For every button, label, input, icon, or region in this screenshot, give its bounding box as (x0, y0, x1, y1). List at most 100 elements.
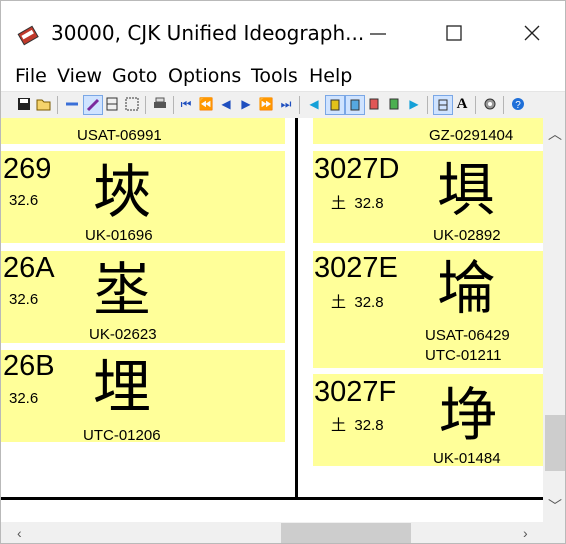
source-label-2: UTC-01211 (425, 347, 502, 364)
radical-value: 32.8 (354, 294, 384, 311)
radical-char: 土 (331, 417, 347, 434)
app-book-icon (17, 25, 39, 46)
source-label: USAT-06991 (77, 127, 162, 144)
toolbar-separator (475, 96, 476, 114)
grid2-icon[interactable] (123, 95, 141, 113)
first-icon[interactable]: ⏮ (177, 95, 195, 113)
char-cell[interactable]: 269 32.6 埉 UK-01696 (1, 151, 285, 244)
radical-stroke: 32.6 (9, 390, 39, 407)
next-next-icon[interactable]: ⏩ (257, 95, 275, 113)
blue-right-icon[interactable]: ▶ (405, 95, 423, 113)
character-grid: USAT-06991 269 32.6 埉 UK-01696 26A 32.6 … (1, 118, 543, 522)
grid-icon[interactable] (103, 95, 121, 113)
char-cell[interactable]: 26A 32.6 埊 UK-02623 (1, 251, 285, 343)
font-a-icon[interactable]: A (453, 95, 471, 113)
code-point: 26B (3, 350, 55, 382)
radical-stroke: 32.6 (9, 291, 39, 308)
blue-left-icon[interactable]: ◀ (305, 95, 323, 113)
next-icon[interactable]: ▶ (237, 95, 255, 113)
scroll-up-icon[interactable]: ︿ (548, 124, 562, 144)
scroll-right-icon[interactable]: › (523, 525, 528, 541)
source-label: UTC-01206 (83, 427, 161, 444)
radical-char: 土 (331, 294, 347, 311)
open-icon[interactable] (35, 95, 53, 113)
toolbar-separator (427, 96, 428, 114)
toolbar-separator (503, 96, 504, 114)
code-point: 3027D (314, 153, 400, 185)
scroll-down-icon[interactable]: ﹀ (548, 496, 562, 516)
glyph: 埋 (93, 353, 152, 421)
source-label: UK-02623 (89, 326, 157, 343)
char-cell[interactable]: 3027D 土 32.8 埧 UK-02892 (313, 151, 543, 244)
glyph: 埉 (93, 158, 152, 226)
save-icon[interactable] (15, 95, 33, 113)
char-cell[interactable]: 26B 32.6 埋 UTC-01206 (1, 350, 285, 444)
minimize-button[interactable] (353, 13, 403, 53)
grid-bottom-line (1, 497, 543, 500)
menu-options-label: Options (168, 65, 242, 87)
toolbar-separator (57, 96, 58, 114)
code-point: 269 (3, 153, 52, 185)
source-label: USAT-06429 (425, 327, 510, 344)
menu-goto[interactable]: Goto (112, 65, 157, 87)
settings-icon[interactable] (481, 95, 499, 113)
radical-char: 土 (331, 195, 347, 212)
radical-stroke: 32.6 (9, 192, 39, 209)
char-cell[interactable]: 3027F 土 32.8 埩 UK-01484 (313, 374, 543, 467)
close-button[interactable] (507, 13, 557, 53)
horizontal-scrollbar[interactable]: ‹ › (1, 522, 543, 543)
prev-prev-icon[interactable]: ⏪ (197, 95, 215, 113)
menu-file[interactable]: File (15, 65, 47, 87)
menu-view-label: View (57, 65, 103, 87)
prev-icon[interactable]: ◀ (217, 95, 235, 113)
glyph: 埨 (437, 254, 496, 322)
horizontal-scroll-thumb[interactable] (281, 523, 411, 543)
print-icon[interactable] (151, 95, 169, 113)
help-icon[interactable]: ? (509, 95, 527, 113)
toolbar-separator (173, 96, 174, 114)
plane3-icon[interactable] (365, 95, 383, 113)
toolbar-separator (299, 96, 300, 114)
maximize-button[interactable] (429, 13, 479, 53)
svg-text:?: ? (515, 100, 521, 111)
toolbar-separator (145, 96, 146, 114)
resize-grip-icon[interactable] (543, 522, 565, 543)
plane2-icon[interactable] (345, 95, 365, 115)
char-cell-partial[interactable]: GZ-0291404 (313, 118, 543, 144)
back-icon[interactable] (63, 95, 81, 113)
title-bar[interactable]: 30000, CJK Unified Ideograph... (1, 1, 565, 59)
glyph: 埧 (437, 156, 496, 224)
maximize-icon (446, 25, 462, 41)
source-label: UK-01696 (85, 227, 153, 244)
menu-help[interactable]: Help (309, 65, 352, 87)
glyph: 埩 (439, 381, 498, 449)
radical-value: 32.8 (354, 417, 384, 434)
char-cell-partial[interactable]: USAT-06991 (1, 118, 285, 144)
plane4-icon[interactable] (385, 95, 403, 113)
source-label: GZ-0291404 (429, 127, 514, 144)
code-point: 3027F (314, 376, 397, 408)
menu-view[interactable]: View (57, 65, 102, 87)
source-label: UK-01484 (433, 450, 501, 467)
last-icon[interactable]: ⏭ (277, 95, 295, 113)
frame-icon[interactable] (433, 95, 453, 115)
minimize-icon (370, 33, 386, 35)
menu-options[interactable]: Options (168, 65, 241, 87)
vertical-scroll-thumb[interactable] (545, 415, 565, 471)
menu-bar: File View Goto Options Tools Help (1, 61, 565, 91)
radical-stroke: 土 32.8 (331, 192, 384, 213)
toolbar: ⏮ ⏪ ◀ ▶ ⏩ ⏭ ◀ ▶ A ? (1, 91, 565, 119)
plane1-icon[interactable] (325, 95, 345, 115)
radical-stroke: 土 32.8 (331, 414, 384, 435)
scroll-left-icon[interactable]: ‹ (17, 525, 22, 541)
source-label: UK-02892 (433, 227, 501, 244)
char-cell[interactable]: 3027E 土 32.8 埨 USAT-06429 UTC-01211 (313, 251, 543, 368)
menu-tools[interactable]: Tools (251, 65, 298, 87)
menu-tools-label: Tools (251, 65, 298, 87)
glyph: 埊 (93, 256, 152, 324)
window-title: 30000, CJK Unified Ideograph... (51, 21, 365, 45)
brush-icon[interactable] (83, 95, 103, 115)
close-icon (524, 25, 540, 41)
code-point: 3027E (314, 252, 398, 284)
radical-value: 32.8 (354, 195, 384, 212)
